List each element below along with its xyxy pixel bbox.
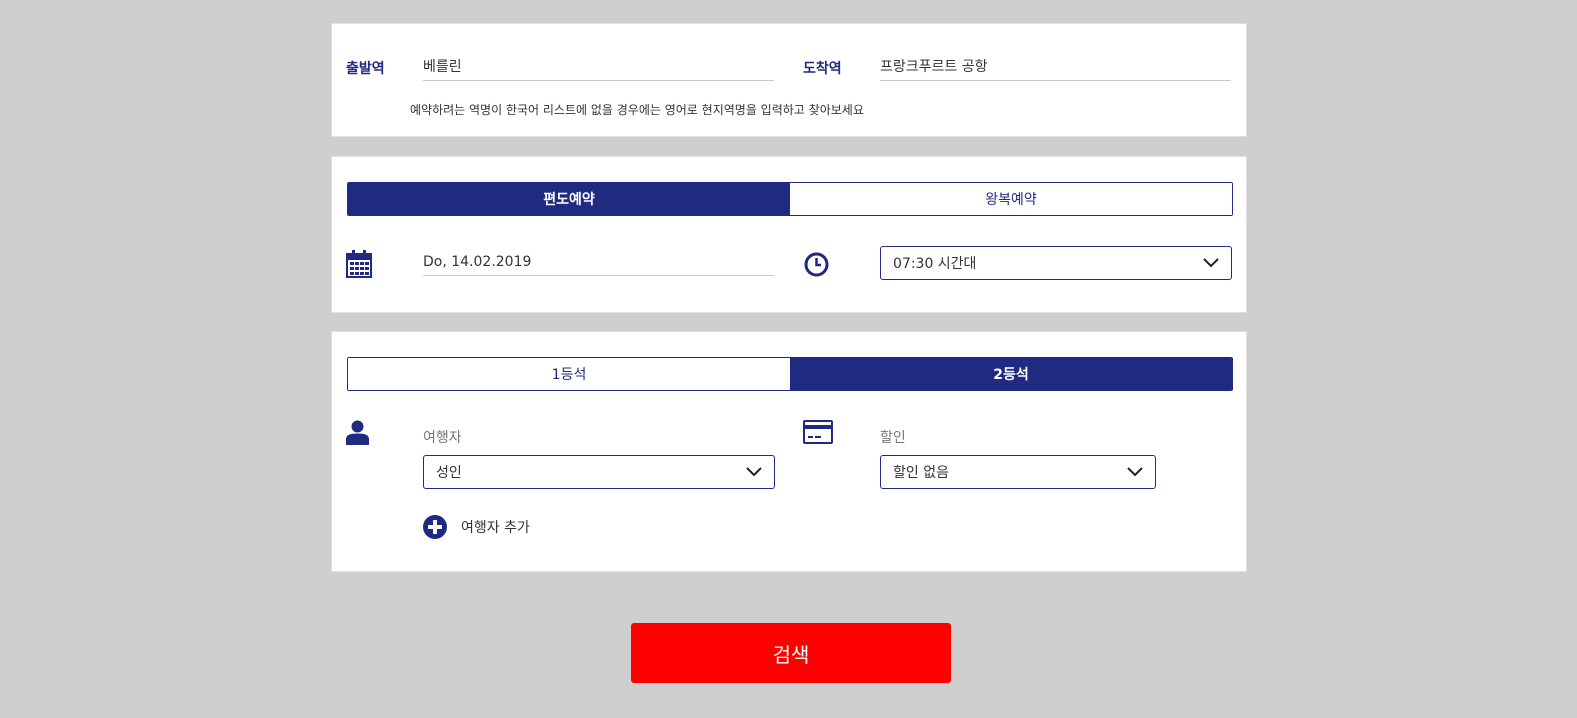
class-passenger-card: 1등석 2등석 여행자 성인 할인 할인 없음 여행자 추가 — [331, 331, 1247, 572]
discount-select[interactable]: 할인 없음 — [880, 455, 1156, 489]
calendar-icon[interactable] — [346, 250, 372, 278]
time-select-value: 07:30 시간대 — [893, 256, 977, 272]
discount-select-value: 할인 없음 — [893, 465, 949, 481]
date-input[interactable] — [423, 249, 774, 276]
first-class-tab[interactable]: 1등석 — [348, 358, 790, 390]
traveler-label: 여행자 — [423, 430, 462, 446]
plus-circle-icon — [423, 515, 447, 539]
arrival-input[interactable] — [880, 54, 1231, 81]
arrival-label: 도착역 — [803, 61, 842, 77]
person-icon — [346, 420, 369, 445]
date-time-card: 편도예약 왕복예약 07:30 시간대 — [331, 156, 1247, 313]
chevron-down-icon — [1203, 258, 1219, 268]
chevron-down-icon — [746, 467, 762, 477]
credit-card-icon — [803, 420, 833, 444]
one-way-tab[interactable]: 편도예약 — [348, 183, 790, 215]
departure-label: 출발역 — [346, 61, 385, 77]
add-traveler-label: 여행자 추가 — [461, 520, 530, 536]
second-class-tab[interactable]: 2등석 — [790, 358, 1232, 390]
add-traveler-button[interactable]: 여행자 추가 — [423, 515, 530, 539]
traveler-select[interactable]: 성인 — [423, 455, 775, 489]
station-hint-text: 예약하려는 역명이 한국어 리스트에 없을 경우에는 영어로 현지역명을 입력하… — [410, 103, 864, 117]
clock-icon — [804, 252, 829, 277]
departure-input[interactable] — [423, 54, 774, 81]
traveler-select-value: 성인 — [436, 465, 462, 481]
search-button[interactable]: 검색 — [631, 623, 951, 683]
class-toggle: 1등석 2등석 — [347, 357, 1233, 391]
chevron-down-icon — [1127, 467, 1143, 477]
trip-type-toggle: 편도예약 왕복예약 — [347, 182, 1233, 216]
stations-card: 출발역 도착역 예약하려는 역명이 한국어 리스트에 없을 경우에는 영어로 현… — [331, 23, 1247, 137]
time-select[interactable]: 07:30 시간대 — [880, 246, 1232, 280]
discount-label: 할인 — [880, 430, 906, 446]
round-trip-tab[interactable]: 왕복예약 — [790, 183, 1232, 215]
